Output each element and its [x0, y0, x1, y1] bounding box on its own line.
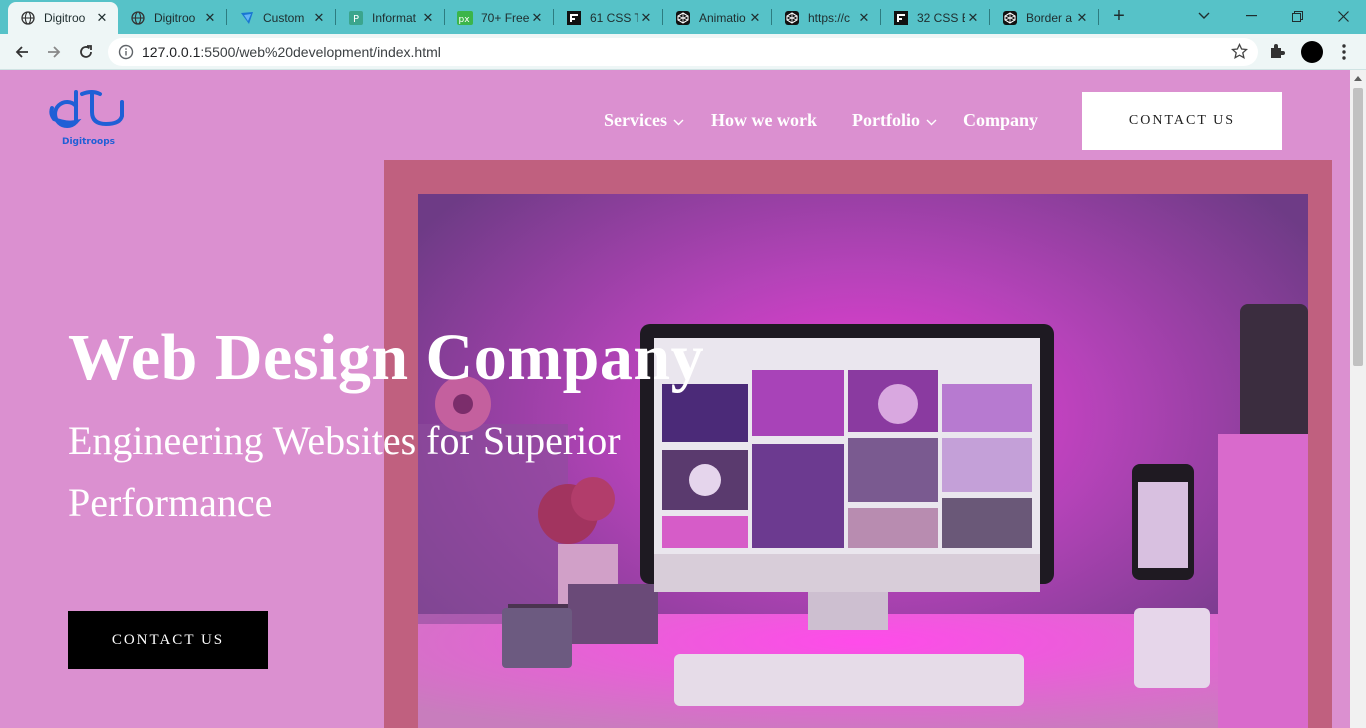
codepen-icon: [784, 10, 800, 26]
tab-information[interactable]: P Informat ✕: [336, 2, 444, 34]
close-icon[interactable]: ✕: [94, 10, 110, 26]
tab-title: 70+ Free: [481, 11, 529, 25]
close-icon[interactable]: ✕: [311, 10, 327, 26]
nav-how-label: How we work: [711, 110, 817, 130]
hero-title: Web Design Company: [68, 321, 705, 394]
px-icon: px: [457, 10, 473, 26]
tab-title: Digitroo: [44, 11, 86, 25]
globe-icon: [130, 10, 146, 26]
svg-text:px: px: [459, 15, 471, 25]
chevron-down-icon: [926, 110, 937, 131]
tab-custom[interactable]: Custom ✕: [227, 2, 335, 34]
bookmark-star-icon[interactable]: [1230, 42, 1249, 65]
nav-portfolio-label: Portfolio: [852, 110, 920, 130]
hero-subtitle: Engineering Websites for Superior Perfor…: [68, 418, 621, 525]
minimize-button[interactable]: [1228, 0, 1274, 32]
globe-icon: [20, 10, 36, 26]
tab-separator: [1098, 9, 1099, 25]
tab-title: Custom: [263, 11, 305, 25]
tab-digitroops[interactable]: Digitroo ✕: [118, 2, 226, 34]
nav-how-we-work[interactable]: How we work: [711, 110, 817, 131]
tab-title: Border a: [1026, 11, 1073, 25]
page-scrollbar[interactable]: [1350, 70, 1366, 728]
close-icon[interactable]: ✕: [747, 10, 763, 26]
arrow-right-icon: [48, 46, 61, 58]
codepen-icon: [675, 10, 691, 26]
scroll-up-arrow-icon[interactable]: [1350, 72, 1366, 84]
reload-icon: [80, 45, 92, 58]
f-icon: [893, 10, 909, 26]
url-path: :5500/web%20development/index.html: [200, 44, 441, 60]
tab-title: 32 CSS E: [917, 11, 965, 25]
contact-us-hero-button[interactable]: CONTACT US: [68, 611, 268, 669]
p-icon: P: [348, 10, 364, 26]
tab-css-32[interactable]: 32 CSS E ✕: [881, 2, 989, 34]
browser-menu-icon[interactable]: [1334, 42, 1354, 62]
nav-company[interactable]: Company: [963, 110, 1038, 131]
site-info-icon[interactable]: [118, 44, 134, 65]
site-logo[interactable]: Digitroops: [48, 88, 128, 150]
address-bar[interactable]: 127.0.0.1:5500/web%20development/index.h…: [108, 38, 1258, 66]
tab-free[interactable]: px 70+ Free ✕: [445, 2, 553, 34]
forward-button[interactable]: [40, 38, 68, 66]
tab-css-61[interactable]: 61 CSS T ✕: [554, 2, 662, 34]
back-button[interactable]: [8, 38, 36, 66]
new-tab-button[interactable]: +: [1108, 6, 1130, 28]
nav-company-label: Company: [963, 110, 1039, 130]
close-icon[interactable]: ✕: [856, 10, 872, 26]
close-icon[interactable]: ✕: [1074, 10, 1090, 26]
tab-title: https://c: [808, 11, 851, 25]
tab-border[interactable]: Border a ✕: [990, 2, 1098, 34]
tab-animation[interactable]: Animatio ✕: [663, 2, 771, 34]
browser-toolbar: 127.0.0.1:5500/web%20development/index.h…: [0, 34, 1366, 70]
angular-icon: [239, 10, 255, 26]
contact-us-header-button[interactable]: CONTACT US: [1082, 92, 1282, 150]
tab-title: Digitroo: [154, 11, 196, 25]
close-icon[interactable]: ✕: [638, 10, 654, 26]
arrow-left-icon: [15, 46, 28, 58]
svg-text:P: P: [353, 14, 359, 25]
tab-title: 61 CSS T: [590, 11, 638, 25]
tab-digitroops-active[interactable]: Digitroo ✕: [8, 2, 118, 34]
codepen-icon: [1002, 10, 1018, 26]
logo-text: Digitroops: [62, 137, 115, 147]
url-host: 127.0.0.1: [142, 44, 201, 60]
close-icon[interactable]: ✕: [965, 10, 981, 26]
tab-strip: Digitroo ✕ Digitroo ✕ Custom ✕ P Informa…: [0, 0, 1366, 34]
nav-services[interactable]: Services: [604, 110, 684, 131]
close-window-button[interactable]: [1320, 0, 1366, 32]
tab-title: Animatio: [699, 11, 746, 25]
profile-avatar[interactable]: [1301, 41, 1323, 63]
extensions-puzzle-icon[interactable]: [1268, 42, 1290, 64]
nav-portfolio[interactable]: Portfolio: [852, 110, 937, 131]
tab-search-chevron-icon[interactable]: [1181, 0, 1227, 32]
restore-button[interactable]: [1274, 0, 1320, 32]
tab-title: Informat: [372, 11, 417, 25]
web-page: Digitroops Services How we work Portfoli…: [0, 70, 1350, 728]
close-icon[interactable]: ✕: [529, 10, 545, 26]
url-text: 127.0.0.1:5500/web%20development/index.h…: [142, 44, 441, 60]
close-icon[interactable]: ✕: [420, 10, 436, 26]
chevron-down-icon: [673, 110, 684, 131]
reload-button[interactable]: [72, 38, 100, 66]
f-icon: [566, 10, 582, 26]
nav-services-label: Services: [604, 110, 667, 130]
tab-codepen[interactable]: https://c ✕: [772, 2, 880, 34]
close-icon[interactable]: ✕: [202, 10, 218, 26]
scrollbar-thumb[interactable]: [1353, 88, 1363, 366]
